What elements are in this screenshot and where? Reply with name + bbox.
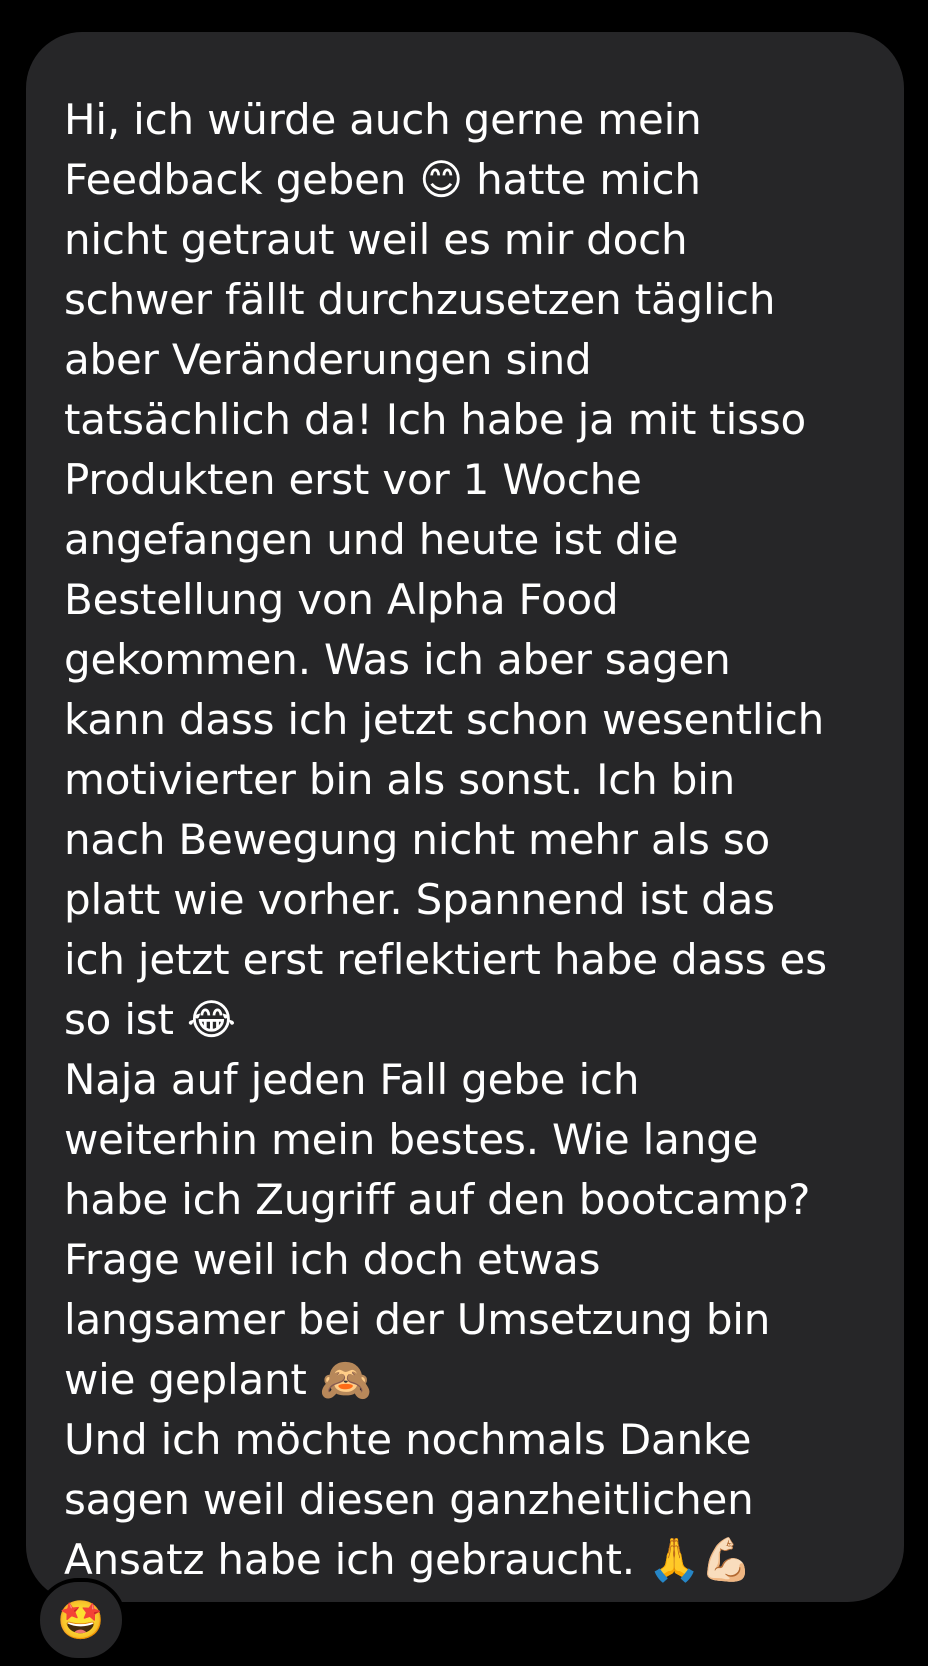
message-line: angefangen und heute ist die — [64, 515, 679, 564]
message-line: weiterhin mein bestes. Wie lange — [64, 1115, 759, 1164]
message-line: tatsächlich da! Ich habe ja mit tisso — [64, 395, 806, 444]
message-line: so ist 😂 — [64, 995, 236, 1044]
message-bubble[interactable]: Hi, ich würde auch gerne mein Feedback g… — [26, 32, 904, 1602]
message-line: sagen weil diesen ganzheitlichen — [64, 1475, 754, 1524]
message-line: schwer fällt durchzusetzen täglich — [64, 275, 776, 324]
message-line: Und ich möchte nochmals Danke — [64, 1415, 752, 1464]
message-line: ich jetzt erst reflektiert habe dass es — [64, 935, 827, 984]
message-line: aber Veränderungen sind — [64, 335, 592, 384]
message-line: Feedback geben 😊 hatte mich — [64, 155, 701, 204]
message-line: Produkten erst vor 1 Woche — [64, 455, 642, 504]
message-line: wie geplant 🙈 — [64, 1355, 372, 1404]
star-struck-icon: 🤩 — [57, 1598, 105, 1642]
message-line: langsamer bei der Umsetzung bin — [64, 1295, 771, 1344]
message-line: Bestellung von Alpha Food — [64, 575, 619, 624]
message-line: Naja auf jeden Fall gebe ich — [64, 1055, 640, 1104]
message-line: habe ich Zugriff auf den bootcamp? — [64, 1175, 811, 1224]
message-line: kann dass ich jetzt schon wesentlich — [64, 695, 825, 744]
message-line: nicht getraut weil es mir doch — [64, 215, 688, 264]
message-line: platt wie vorher. Spannend ist das — [64, 875, 775, 924]
message-line: Ansatz habe ich gebraucht. 🙏💪🏻 — [64, 1535, 753, 1584]
message-line: Hi, ich würde auch gerne mein — [64, 95, 702, 144]
message-line: Frage weil ich doch etwas — [64, 1235, 601, 1284]
message-line: motivierter bin als sonst. Ich bin — [64, 755, 736, 804]
message-line: gekommen. Was ich aber sagen — [64, 635, 731, 684]
message-line: nach Bewegung nicht mehr als so — [64, 815, 770, 864]
reaction-badge[interactable]: 🤩 — [36, 1578, 126, 1662]
